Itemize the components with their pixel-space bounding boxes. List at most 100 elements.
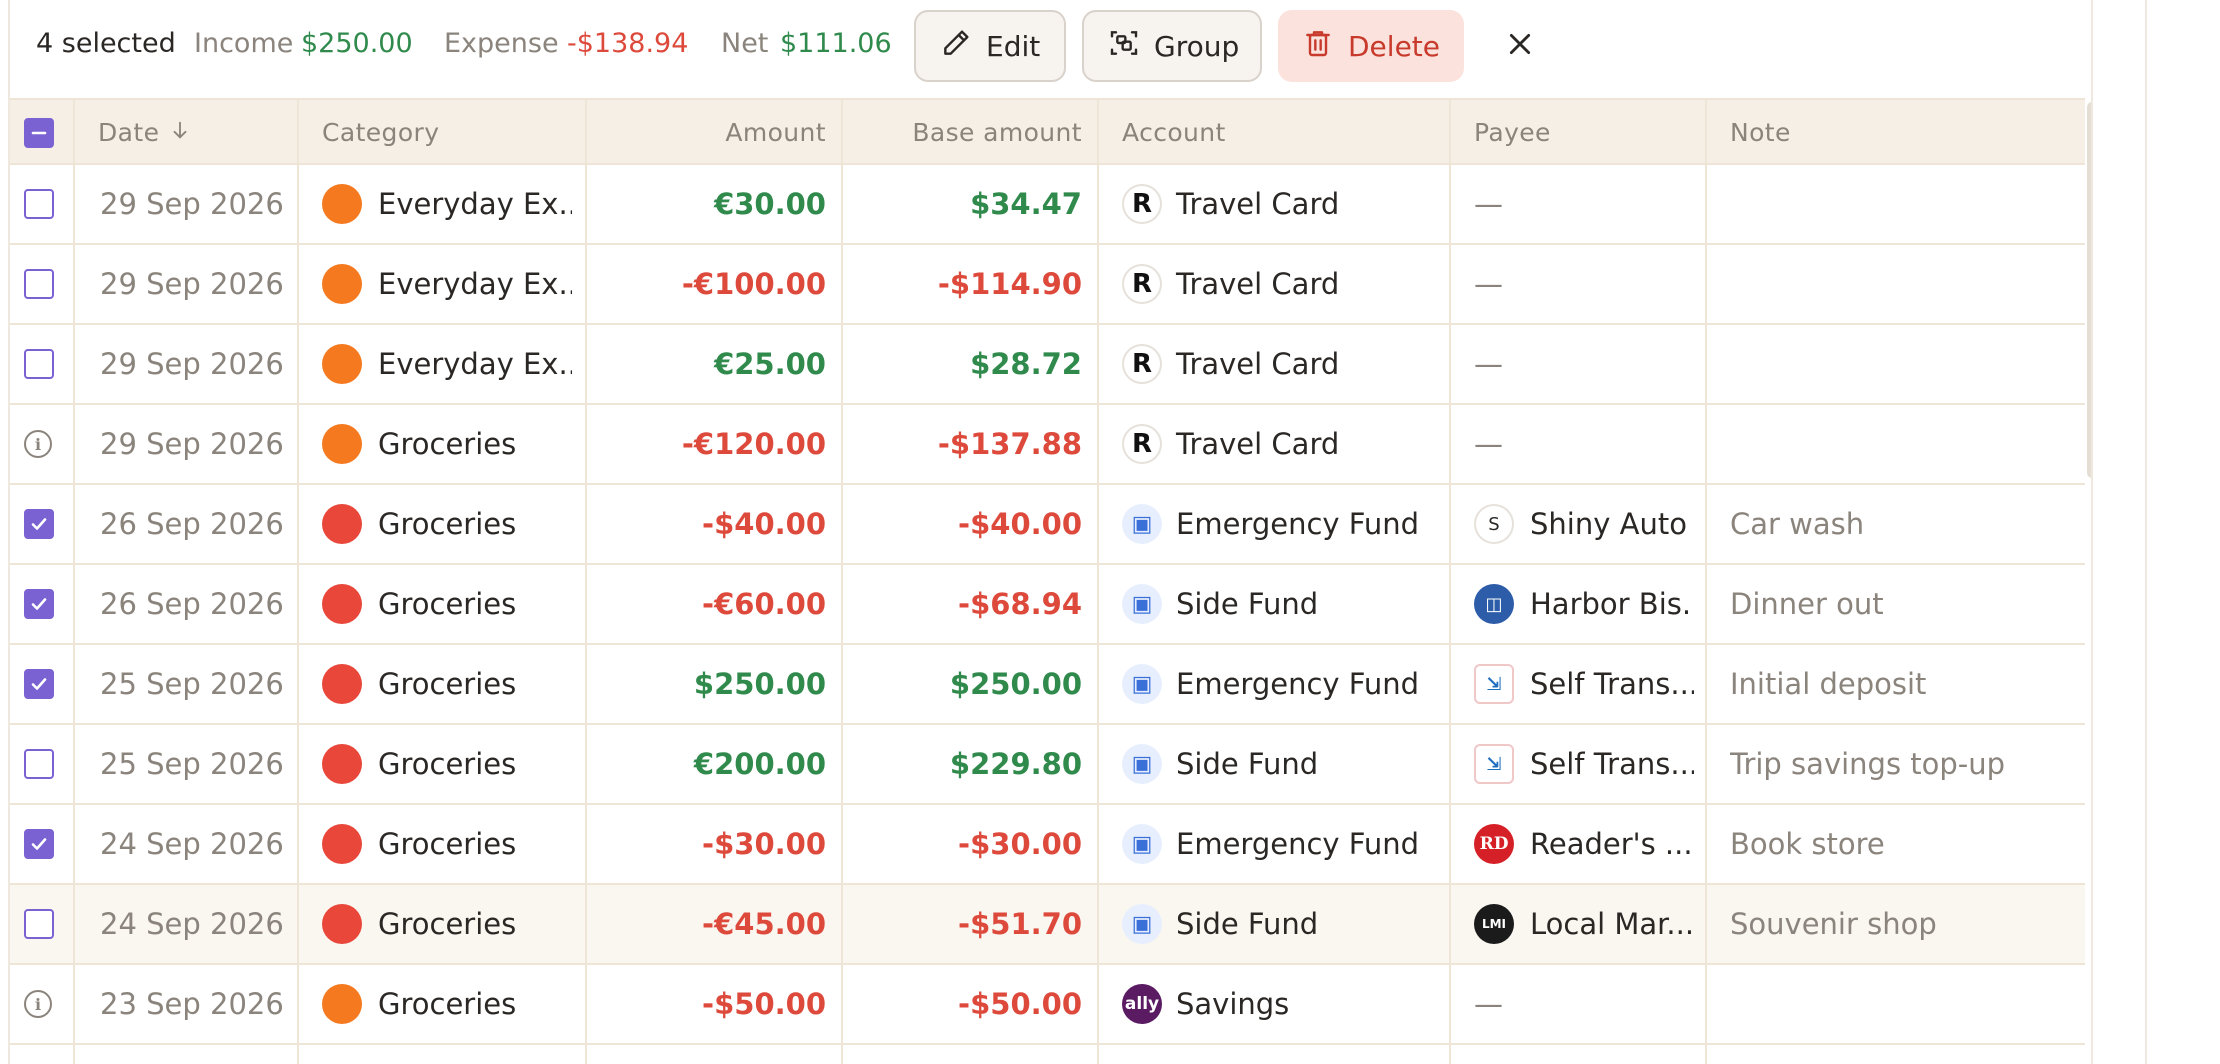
column-account[interactable]: Account — [1122, 100, 1442, 165]
note-cell[interactable]: Initial deposit — [1730, 645, 2070, 723]
column-payee[interactable]: Payee — [1474, 100, 1694, 165]
table-row[interactable]: i 29 Sep 2026 Groceries -€120.00 -$137.88 R Tr… — [10, 405, 2085, 485]
note-cell[interactable] — [1730, 165, 2070, 243]
amount-cell: -€45.00 — [702, 907, 826, 941]
category-cell[interactable]: Groceries — [322, 965, 572, 1043]
table-row[interactable]: 25 Sep 2026 Groceries $250.00 $250.00 ▣ Emerg… — [10, 645, 2085, 725]
row-checkbox[interactable] — [24, 829, 54, 859]
note-cell[interactable]: Trip savings top-up — [1730, 725, 2070, 803]
amount-cell: -€60.00 — [702, 587, 826, 621]
account-cell[interactable]: ally Savings — [1122, 965, 1442, 1043]
vertical-scrollbar[interactable] — [2087, 102, 2091, 478]
base-amount-cell: -$40.00 — [958, 507, 1082, 541]
payee-cell[interactable]: S Shiny Auto — [1474, 485, 1694, 563]
account-cell[interactable]: ▣ Side Fund — [1122, 885, 1442, 963]
note-cell[interactable] — [1730, 405, 2070, 483]
amount-cell: €25.00 — [714, 347, 826, 381]
payee-cell[interactable]: RD Reader's ... — [1474, 805, 1694, 883]
category-cell[interactable]: Groceries — [322, 725, 572, 803]
category-label: Groceries — [378, 587, 517, 621]
row-select-cell — [24, 565, 56, 643]
table-row[interactable]: 29 Sep 2026 Everyday Ex... -€100.00 -$114.9… — [10, 245, 2085, 325]
account-cell[interactable]: R Travel Card — [1122, 165, 1442, 243]
table-row[interactable]: 29 Sep 2026 Everyday Ex... €25.00 $28.72 R Tr… — [10, 325, 2085, 405]
date-cell: 26 Sep 2026 — [100, 587, 284, 621]
category-cell[interactable]: Groceries — [322, 885, 572, 963]
table-row[interactable]: 26 Sep 2026 Groceries -€60.00 -$68.94 ▣ Side … — [10, 565, 2085, 645]
column-date[interactable]: Date — [98, 100, 248, 165]
row-checkbox[interactable] — [24, 749, 54, 779]
account-cell[interactable]: R Travel Card — [1122, 405, 1442, 483]
row-checkbox[interactable] — [24, 349, 54, 379]
row-checkbox[interactable] — [24, 509, 54, 539]
payee-cell[interactable]: ⇲ Self Trans... — [1474, 645, 1694, 723]
row-checkbox[interactable] — [24, 669, 54, 699]
note-cell[interactable]: Book store — [1730, 805, 2070, 883]
account-cell[interactable]: ▣ Side Fund — [1122, 565, 1442, 643]
category-cell[interactable]: Everyday Ex... — [322, 165, 572, 243]
note-cell[interactable] — [1730, 965, 2070, 1043]
table-row[interactable]: 29 Sep 2026 Everyday Ex... €30.00 $34.47 R Tr… — [10, 165, 2085, 245]
payee-cell[interactable]: ⇲ Self Trans... — [1474, 725, 1694, 803]
note-cell[interactable]: Souvenir shop — [1730, 885, 2070, 963]
row-checkbox[interactable] — [24, 909, 54, 939]
row-checkbox[interactable] — [24, 589, 54, 619]
note-cell[interactable] — [1730, 325, 2070, 403]
expense-value: -$138.94 — [567, 28, 689, 59]
table-header: Date Category Amount Base amount Account… — [10, 98, 2085, 165]
close-selection-button[interactable] — [1496, 22, 1544, 70]
account-cell[interactable]: ▣ Emergency Fund — [1122, 805, 1442, 883]
note-cell[interactable] — [1730, 245, 2070, 323]
payee-cell[interactable]: — — [1474, 245, 1694, 323]
payee-cell[interactable]: ◫ Harbor Bis... — [1474, 565, 1694, 643]
table-row[interactable]: 25 Sep 2026 Groceries €200.00 $229.80 ▣ Side … — [10, 725, 2085, 805]
column-divider — [1097, 98, 1099, 1064]
row-select-cell — [24, 485, 56, 563]
category-cell[interactable]: Groceries — [322, 565, 572, 643]
info-icon[interactable]: i — [24, 990, 52, 1018]
group-select-icon — [1108, 27, 1140, 66]
note-cell[interactable]: Car wash — [1730, 485, 2070, 563]
row-checkbox[interactable] — [24, 189, 54, 219]
wallet-icon: ▣ — [1122, 744, 1162, 784]
payee-cell[interactable]: LMI Local Mar... — [1474, 885, 1694, 963]
wallet-icon: ▣ — [1122, 664, 1162, 704]
category-cell[interactable]: Groceries — [322, 645, 572, 723]
category-cell[interactable]: Groceries — [322, 485, 572, 563]
row-checkbox[interactable] — [24, 269, 54, 299]
column-base-amount[interactable]: Base amount — [854, 100, 1082, 165]
group-button[interactable]: Group — [1082, 10, 1262, 82]
payee-cell[interactable]: — — [1474, 325, 1694, 403]
column-amount[interactable]: Amount — [598, 100, 826, 165]
category-cell[interactable]: Everyday Ex... — [322, 245, 572, 323]
table-row[interactable]: 24 Sep 2026 Groceries -€45.00 -$51.70 ▣ Side … — [10, 885, 2085, 965]
account-cell[interactable]: R Travel Card — [1122, 245, 1442, 323]
select-all-checkbox[interactable] — [24, 117, 54, 148]
column-note[interactable]: Note — [1730, 100, 2050, 165]
account-label: Emergency Fund — [1176, 827, 1420, 861]
payee-cell[interactable]: — — [1474, 965, 1694, 1043]
category-cell[interactable]: Groceries — [322, 805, 572, 883]
account-cell[interactable]: ▣ Side Fund — [1122, 725, 1442, 803]
table-row[interactable]: 26 Sep 2026 Groceries -$40.00 -$40.00 ▣ Emerg… — [10, 485, 2085, 565]
table-row[interactable]: i 23 Sep 2026 Groceries -$50.00 -$50.00 ally S… — [10, 965, 2085, 1045]
payee-cell[interactable]: — — [1474, 165, 1694, 243]
account-cell[interactable]: R Travel Card — [1122, 325, 1442, 403]
account-cell[interactable]: ▣ Emergency Fund — [1122, 645, 1442, 723]
account-cell[interactable]: ▣ Emergency Fund — [1122, 485, 1442, 563]
payee-cell[interactable]: — — [1474, 405, 1694, 483]
info-icon[interactable]: i — [24, 430, 52, 458]
table-row[interactable]: 24 Sep 2026 Groceries -$30.00 -$30.00 ▣ Emerg… — [10, 805, 2085, 885]
note-cell[interactable]: Dinner out — [1730, 565, 2070, 643]
edit-button[interactable]: Edit — [914, 10, 1066, 82]
payee-label: Harbor Bis... — [1530, 587, 1694, 621]
wallet-icon: ▣ — [1122, 504, 1162, 544]
delete-button[interactable]: Delete — [1278, 10, 1464, 82]
payee-label: Self Trans... — [1530, 747, 1694, 781]
income-label: Income — [194, 28, 294, 59]
checkmark-icon — [31, 598, 47, 610]
column-category[interactable]: Category — [322, 100, 582, 165]
category-cell[interactable]: Everyday Ex... — [322, 325, 572, 403]
category-cell[interactable]: Groceries — [322, 405, 572, 483]
income-value: $250.00 — [301, 28, 413, 59]
